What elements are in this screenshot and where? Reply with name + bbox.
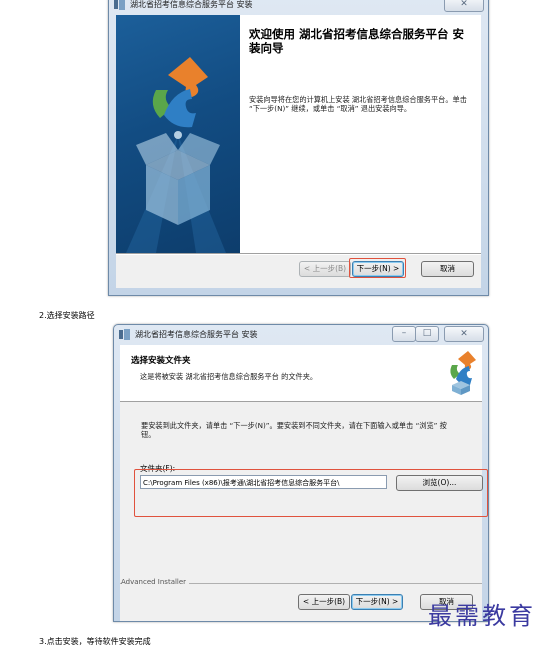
step-caption: 2.选择安装路径: [39, 311, 95, 320]
next-button[interactable]: 下一步(N) >: [351, 594, 403, 610]
puzzle-box-illustration: [126, 57, 226, 253]
window-client: 欢迎使用 湖北省招考信息综合服务平台 安装向导 安装向导将在您的计算机上安装 湖…: [116, 15, 481, 288]
maximize-button[interactable]: □: [415, 326, 439, 342]
welcome-content: 欢迎使用 湖北省招考信息综合服务平台 安装向导 安装向导将在您的计算机上安装 湖…: [240, 15, 481, 253]
cancel-button[interactable]: 取消: [421, 261, 474, 277]
window-client: 选择安装文件夹 这是将被安装 湖北省招考信息综合服务平台 的文件夹。 要安装到此…: [120, 345, 488, 621]
installer-welcome-window: 湖北省招考信息综合服务平台 安装 ✕ 欢迎使用 湖北省招考信息综合服务平台 安装…: [108, 0, 489, 296]
close-button[interactable]: ✕: [444, 0, 484, 12]
installer-app-icon: [114, 0, 125, 10]
back-button[interactable]: < 上一步(B): [298, 594, 350, 610]
minimize-button[interactable]: –: [392, 326, 416, 342]
side-banner: [116, 15, 240, 253]
close-button[interactable]: ✕: [444, 326, 484, 342]
step-caption: 3.点击安装，等待软件安装完成: [39, 637, 151, 646]
install-instructions: 要安装到此文件夹，请单击 “下一步(N)”。要安装到不同文件夹，请在下面输入或单…: [141, 421, 447, 439]
window-title: 湖北省招考信息综合服务平台 安装: [135, 330, 258, 339]
folder-section-highlight: [134, 469, 488, 517]
window-title: 湖北省招考信息综合服务平台 安装: [130, 0, 253, 9]
installer-app-icon: [119, 329, 130, 340]
page-subtitle: 这是将被安装 湖北省招考信息综合服务平台 的文件夹。: [140, 372, 318, 381]
installer-folder-window: 湖北省招考信息综合服务平台 安装 – □ ✕ 选择安装文件夹 这是将被安装 湖北…: [113, 324, 489, 622]
watermark: 最需教育: [428, 602, 536, 630]
puzzle-logo-icon: [450, 351, 476, 395]
title-bar[interactable]: 湖北省招考信息综合服务平台 安装 – □ ✕: [114, 325, 488, 345]
title-bar[interactable]: 湖北省招考信息综合服务平台 安装 ✕: [109, 0, 488, 15]
brand-label: Advanced Installer: [121, 578, 190, 586]
page-header: 选择安装文件夹 这是将被安装 湖北省招考信息综合服务平台 的文件夹。: [120, 345, 482, 402]
welcome-description: 安装向导将在您的计算机上安装 湖北省招考信息综合服务平台。单击 “下一步(N)”…: [249, 95, 467, 113]
next-button-highlight: [349, 258, 406, 278]
back-button[interactable]: < 上一步(B): [299, 261, 351, 277]
page-title: 选择安装文件夹: [131, 356, 191, 366]
welcome-heading: 欢迎使用 湖北省招考信息综合服务平台 安装向导: [249, 27, 465, 55]
button-separator: [116, 253, 481, 255]
